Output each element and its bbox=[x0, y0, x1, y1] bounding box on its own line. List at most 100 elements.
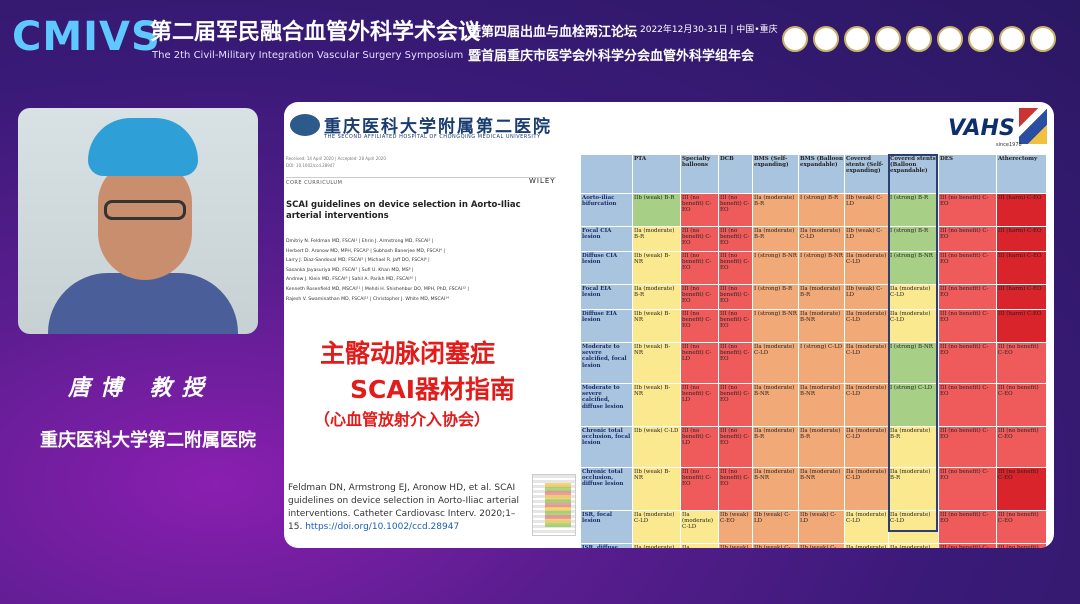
paper-authors: Dmitriy N. Feldman MD, FSCAI¹ | Ehrin J.… bbox=[286, 237, 556, 304]
vahs-logo-text: VAHS bbox=[948, 116, 1015, 141]
conference-date: 2022年12月30-31日 | 中国•重庆 bbox=[640, 25, 778, 35]
sponsor-badge-icon bbox=[813, 26, 839, 52]
table-header: Atherectomy bbox=[996, 154, 1047, 194]
table-cell: III (no benefit) C-LD bbox=[680, 383, 719, 427]
vahs-since: since1978 bbox=[996, 142, 1022, 148]
table-header: DES bbox=[938, 154, 997, 194]
table-cell: IIb (weak) B-NR bbox=[632, 342, 681, 384]
table-cell: III (no benefit) C-EO bbox=[938, 543, 997, 548]
slide-title-cn: 主髂动脉闭塞症 bbox=[320, 339, 496, 368]
table-cell: III (no benefit) C-EO bbox=[680, 467, 719, 511]
table-row: ISR, focal lesion IIa (moderate) C-LD IIa … bbox=[580, 510, 1047, 544]
table-cell: IIa (moderate) B-R bbox=[888, 467, 939, 511]
table-cell: III (harm) C-EO bbox=[996, 193, 1047, 227]
table-header-row: PTA Specialty balloons DCB BMS (Self-expand… bbox=[580, 154, 1047, 194]
table-cell: IIa (moderate) C-LD bbox=[844, 251, 889, 285]
table-cell: III (no benefit) C-LD bbox=[680, 426, 719, 468]
table-cell: IIb (weak) C-EO bbox=[718, 543, 753, 548]
table-cell: III (harm) C-EO bbox=[996, 251, 1047, 285]
divider bbox=[286, 177, 556, 178]
table-row: Diffuse CIA lesion IIb (weak) B-NR III (no… bbox=[580, 251, 1047, 285]
sponsor-badge-icon bbox=[906, 26, 932, 52]
sponsor-badge-icon bbox=[937, 26, 963, 52]
table-header: Specialty balloons bbox=[680, 154, 719, 194]
table-cell: IIa (moderate) B-R bbox=[752, 193, 799, 227]
table-cell: III (no benefit) C-EO bbox=[680, 251, 719, 285]
table-cell: IIa (moderate) C-LD bbox=[680, 510, 719, 544]
table-header: Covered stents (Self-expanding) bbox=[844, 154, 889, 194]
table-cell: IIb (weak) C-LD bbox=[752, 510, 799, 544]
table-cell: III (no benefit) C-EO bbox=[680, 309, 719, 343]
hospital-name-en: THE SECOND AFFILIATED HOSPITAL OF CHONGQ… bbox=[324, 134, 541, 140]
row-label: Moderate to severe calcified, diffuse le… bbox=[580, 383, 633, 427]
table-cell: IIa (moderate) B-R bbox=[752, 226, 799, 252]
table-cell: III (no benefit) C-EO bbox=[996, 426, 1047, 468]
table-cell: I (strong) B-NR bbox=[752, 251, 799, 285]
table-header: BMS (Self-expanding) bbox=[752, 154, 799, 194]
hospital-logo-icon bbox=[290, 114, 320, 136]
paper-section: CORE CURRICULUM bbox=[286, 180, 343, 186]
table-cell: III (no benefit) C-EO bbox=[938, 467, 997, 511]
table-cell: I (strong) B-NR bbox=[888, 251, 939, 285]
table-cell: IIa (moderate) C-LD bbox=[632, 510, 681, 544]
row-label: Focal EIA lesion bbox=[580, 284, 633, 310]
table-cell: IIb (weak) C-LD bbox=[798, 510, 845, 544]
table-cell: I (strong) B-R bbox=[888, 193, 939, 227]
table-cell: III (no benefit) C-EO bbox=[996, 383, 1047, 427]
table-cell: IIb (weak) C-LD bbox=[844, 284, 889, 310]
table-cell: IIa (moderate) B-R bbox=[752, 426, 799, 468]
table-cell: I (strong) C-LD bbox=[888, 383, 939, 427]
table-cell: III (no benefit) C-EO bbox=[938, 309, 997, 343]
table-cell: IIa (moderate) C-LD bbox=[844, 467, 889, 511]
table-cell: IIa (moderate) C-LD bbox=[888, 309, 939, 343]
author-line: Sasanka Jayasuriya MD, FSCAI⁷ | Sufi U. … bbox=[286, 267, 414, 273]
conference-header: CMIVS 第二届军民融合血管外科学术会议 The 2th Civil-Mili… bbox=[0, 0, 1080, 72]
table-cell: III (no benefit) C-EO bbox=[996, 510, 1047, 544]
table-cell: III (no benefit) C-EO bbox=[938, 383, 997, 427]
row-label: Diffuse EIA lesion bbox=[580, 309, 633, 343]
table-cell: III (harm) C-EO bbox=[996, 284, 1047, 310]
table-row: Diffuse EIA lesion IIb (weak) B-NR III (no… bbox=[580, 309, 1047, 343]
table-cell: IIb (weak) C-LD bbox=[844, 193, 889, 227]
table-cell: III (no benefit) C-LD bbox=[680, 342, 719, 384]
row-label: ISR, diffuse lesion bbox=[580, 543, 633, 548]
citation-doi-link[interactable]: https://doi.org/10.1002/ccd.28947 bbox=[305, 522, 459, 532]
forum-line-1: 暨第四届出血与血栓两江论坛 bbox=[468, 25, 638, 40]
sponsor-badges bbox=[782, 26, 1056, 52]
author-line: Kenneth Rosenfield MD, MSCAI¹¹ | Mehdi H… bbox=[286, 286, 469, 292]
guideline-table: PTA Specialty balloons DCB BMS (Self-expand… bbox=[580, 154, 1047, 548]
slide-title-cn-3: （心血管放射介入协会） bbox=[314, 410, 491, 429]
table-cell: IIa (moderate) B-R bbox=[632, 284, 681, 310]
table-cell: I (strong) B-NR bbox=[888, 342, 939, 384]
publisher-logo: WILEY bbox=[529, 177, 556, 185]
table-cell: IIa (moderate) B-NR bbox=[798, 309, 845, 343]
table-cell: III (no benefit) C-EO bbox=[996, 543, 1047, 548]
table-header: Covered stents (Balloon expandable) bbox=[888, 154, 939, 194]
table-cell: III (no benefit) C-EO bbox=[718, 383, 753, 427]
table-cell: IIa (moderate) C-LD bbox=[844, 342, 889, 384]
table-cell: III (no benefit) C-EO bbox=[938, 284, 997, 310]
table-cell: IIa (moderate) C-LD bbox=[844, 510, 889, 544]
table-thumbnail bbox=[532, 474, 576, 536]
vahs-logo-icon bbox=[1019, 108, 1047, 144]
table-cell: IIa (moderate) C-LD bbox=[844, 426, 889, 468]
table-cell: IIa (moderate) B-NR bbox=[798, 467, 845, 511]
table-cell: III (harm) C-EO bbox=[996, 309, 1047, 343]
paper-excerpt: Received: 14 April 2020 | Accepted: 28 A… bbox=[284, 152, 556, 310]
table-cell: III (no benefit) C-EO bbox=[938, 193, 997, 227]
table-cell: IIb (weak) B-NR bbox=[632, 383, 681, 427]
table-cell: III (no benefit) C-EO bbox=[718, 193, 753, 227]
table-header: DCB bbox=[718, 154, 753, 194]
table-cell: I (strong) B-NR bbox=[752, 309, 799, 343]
row-label: Chronic total occlusion, focal lesion bbox=[580, 426, 633, 468]
table-cell: III (harm) C-EO bbox=[996, 226, 1047, 252]
sponsor-badge-icon bbox=[782, 26, 808, 52]
table-cell: IIa (moderate) C-LD bbox=[844, 543, 889, 548]
table-cell: III (no benefit) C-EO bbox=[718, 342, 753, 384]
table-cell: IIb (weak) B-NR bbox=[632, 309, 681, 343]
table-cell: IIa (moderate) B-NR bbox=[752, 383, 799, 427]
table-row: Aorto-iliac bifurcation IIb (weak) B-R III… bbox=[580, 193, 1047, 227]
table-cell: III (no benefit) C-EO bbox=[938, 251, 997, 285]
table-cell: I (strong) B-R bbox=[888, 226, 939, 252]
sponsor-badge-icon bbox=[1030, 26, 1056, 52]
